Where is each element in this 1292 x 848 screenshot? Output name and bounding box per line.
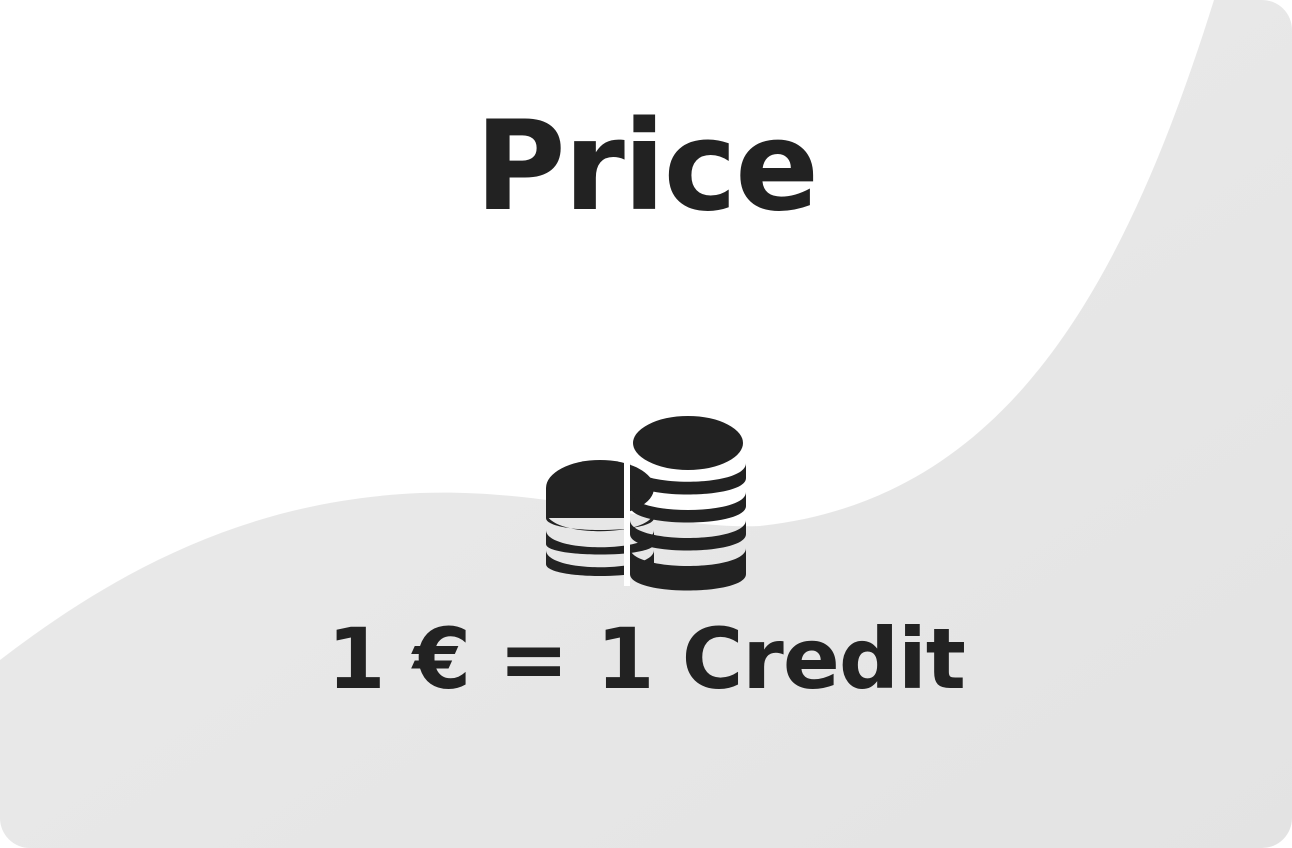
exchange-rate-text: 1 € = 1 Credit: [327, 610, 966, 708]
price-card: Price 1 € = 1 Credit: [0, 0, 1292, 848]
page-title: Price: [474, 95, 819, 239]
coins-stack-icon: [546, 410, 749, 591]
